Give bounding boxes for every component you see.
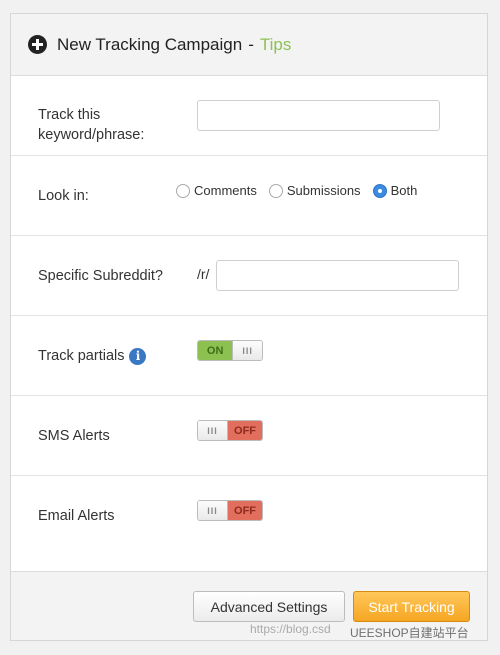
watermark-url: https://blog.csd bbox=[250, 622, 331, 636]
radio-both[interactable]: Both bbox=[372, 183, 418, 198]
track-partials-row: Track partials i ON III bbox=[11, 316, 487, 396]
radio-both-circle[interactable] bbox=[372, 183, 387, 198]
info-icon[interactable]: i bbox=[129, 347, 147, 365]
look-in-row: Look in: Comments Submissions Both bbox=[11, 156, 487, 236]
email-alerts-row: Email Alerts III OFF bbox=[11, 476, 487, 556]
radio-both-label: Both bbox=[390, 183, 418, 198]
radio-submissions[interactable]: Submissions bbox=[268, 183, 361, 198]
email-alerts-label: Email Alerts bbox=[38, 508, 115, 524]
subreddit-prefix: /r/ bbox=[197, 266, 210, 282]
radio-submissions-label: Submissions bbox=[286, 183, 361, 198]
sms-alerts-label: SMS Alerts bbox=[38, 428, 110, 444]
toggle-on-label: ON bbox=[198, 341, 233, 360]
keyword-input[interactable] bbox=[197, 100, 440, 131]
track-partials-toggle[interactable]: ON III bbox=[197, 340, 263, 361]
track-partials-label-wrap: Track partials i bbox=[38, 346, 147, 366]
start-tracking-button[interactable]: Start Tracking bbox=[353, 591, 470, 622]
look-in-label: Look in: bbox=[38, 188, 89, 204]
sms-alerts-toggle[interactable]: III OFF bbox=[197, 420, 263, 441]
radio-submissions-circle[interactable] bbox=[268, 183, 283, 198]
plus-circle-icon bbox=[28, 35, 47, 54]
toggle-off-label: OFF bbox=[228, 501, 262, 520]
radio-comments[interactable]: Comments bbox=[176, 183, 257, 198]
subreddit-label: Specific Subreddit? bbox=[38, 268, 163, 284]
radio-comments-label: Comments bbox=[194, 183, 257, 198]
email-alerts-toggle[interactable]: III OFF bbox=[197, 500, 263, 521]
track-partials-label: Track partials bbox=[38, 348, 125, 364]
tracking-campaign-panel: New Tracking Campaign - Tips Track this … bbox=[10, 13, 488, 641]
toggle-knob[interactable]: III bbox=[198, 421, 229, 440]
keyword-label: Track this keyword/phrase: bbox=[38, 105, 144, 145]
keyword-row: Track this keyword/phrase: bbox=[11, 76, 487, 156]
keyword-label-line2: keyword/phrase: bbox=[38, 127, 145, 143]
look-in-radio-group: Comments Submissions Both bbox=[176, 183, 429, 198]
advanced-settings-button[interactable]: Advanced Settings bbox=[193, 591, 345, 622]
subreddit-row: Specific Subreddit? /r/ bbox=[11, 236, 487, 316]
title-separator: - bbox=[248, 34, 254, 54]
panel-title: New Tracking Campaign bbox=[57, 34, 243, 54]
panel-header: New Tracking Campaign - Tips bbox=[11, 14, 487, 76]
toggle-knob[interactable]: III bbox=[232, 341, 262, 360]
subreddit-input[interactable] bbox=[216, 260, 459, 291]
tips-link[interactable]: Tips bbox=[260, 35, 292, 55]
radio-comments-circle[interactable] bbox=[176, 183, 190, 198]
toggle-knob[interactable]: III bbox=[198, 501, 229, 520]
sms-alerts-row: SMS Alerts III OFF bbox=[11, 396, 487, 476]
toggle-off-label: OFF bbox=[228, 421, 262, 440]
watermark-brand: UEESHOP自建站平台 bbox=[350, 626, 469, 640]
keyword-label-line1: Track this bbox=[38, 107, 101, 123]
